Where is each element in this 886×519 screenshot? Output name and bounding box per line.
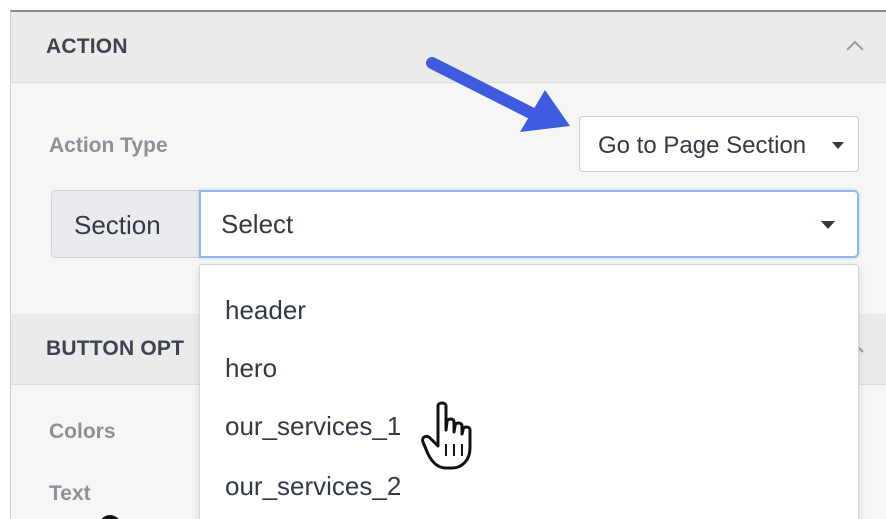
dropdown-option-header[interactable]: header	[225, 295, 306, 326]
text-label: Text	[49, 482, 91, 505]
dropdown-option-hero[interactable]: hero	[225, 353, 277, 384]
action-section-title: ACTION	[46, 35, 128, 58]
action-section-header[interactable]: ACTION	[11, 12, 886, 83]
action-type-label: Action Type	[49, 134, 168, 157]
hand-pointer-icon	[421, 401, 472, 470]
colors-label: Colors	[49, 420, 116, 443]
section-addon: Section	[51, 190, 199, 258]
section-label: Section	[74, 210, 161, 240]
caret-down-icon	[821, 221, 835, 229]
dropdown-option-our-services-2[interactable]: our_services_2	[225, 471, 401, 502]
caret-down-icon	[832, 142, 844, 149]
chevron-up-icon[interactable]	[845, 40, 865, 52]
section-input-group: Section Select	[51, 190, 859, 260]
section-select[interactable]: Select	[199, 190, 859, 258]
section-select-value: Select	[221, 209, 294, 239]
section-dropdown-menu: header hero our_services_1 our_services_…	[199, 264, 859, 519]
action-type-value: Go to Page Section	[598, 132, 807, 159]
button-options-section-title: BUTTON OPT	[46, 337, 185, 360]
color-swatch[interactable]	[99, 515, 121, 519]
dropdown-option-our-services-1[interactable]: our_services_1	[225, 411, 401, 442]
action-type-select[interactable]: Go to Page Section	[579, 116, 859, 172]
